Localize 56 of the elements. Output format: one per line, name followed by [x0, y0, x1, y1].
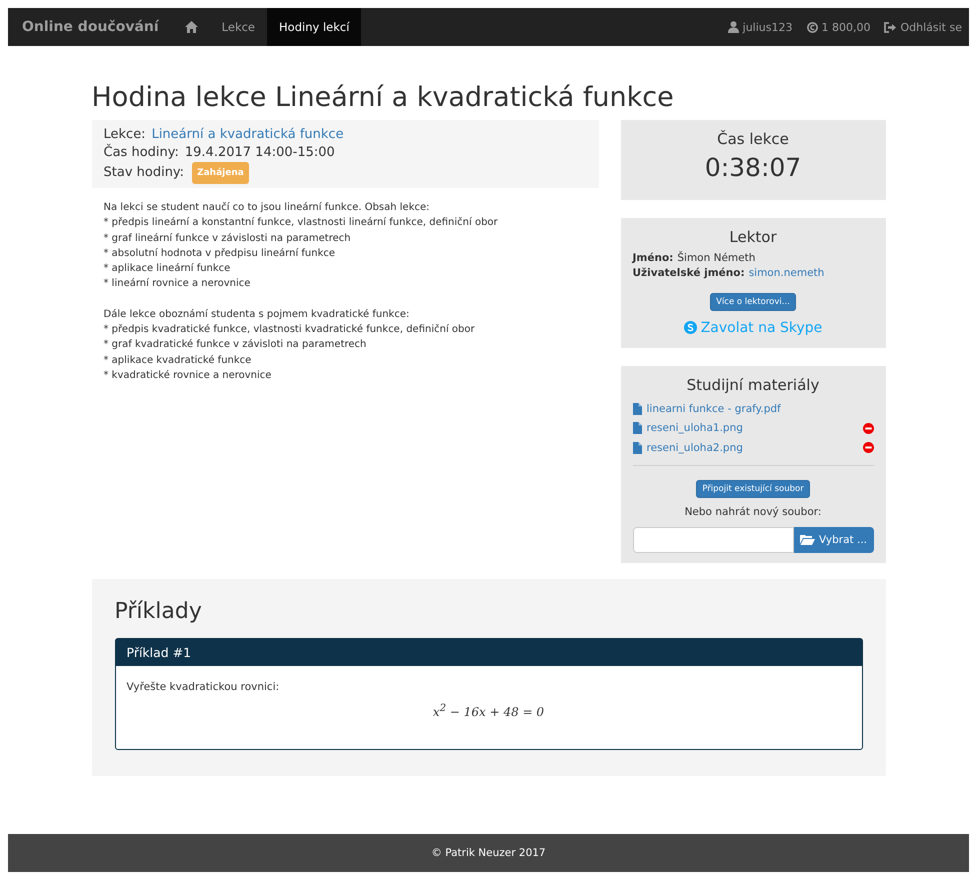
description-line: * absolutní hodnota v předpisu lineární funkce — [104, 246, 336, 261]
brand-link[interactable]: Online doučování — [8, 19, 173, 35]
user-icon — [728, 21, 739, 33]
description-line: Dále lekce oboznámí studenta s pojmem kvadratické funkce: — [104, 308, 410, 322]
username-link[interactable]: simon.nemeth — [748, 266, 824, 281]
more-button[interactable]: Více o lektorovi... — [710, 293, 796, 311]
file-input-field[interactable] — [632, 526, 794, 552]
nav-link[interactable]: Hodiny lekcí — [267, 8, 362, 46]
info-value: 19.4.2017 14:00-15:00 — [184, 144, 335, 162]
attach-button[interactable]: Připojit existující soubor — [696, 480, 810, 498]
field-label: Uživatelské jméno: — [632, 266, 745, 281]
user-link[interactable]: julius123 — [720, 8, 800, 46]
example-title: Příklad #1 — [116, 638, 862, 666]
skype-icon — [684, 321, 697, 334]
example-text: Vyřešte kvadratickou rovnici: — [126, 680, 280, 692]
file-link[interactable]: reseni_uloha2.png — [646, 442, 743, 454]
equation: x$^{2}$ − 16x + 48 = 0 — [432, 704, 544, 718]
home-icon — [184, 21, 198, 33]
file-icon — [632, 442, 642, 454]
file-link[interactable]: reseni_uloha1.png — [646, 422, 743, 434]
credit-link[interactable]: 1 800,00 — [800, 8, 878, 46]
copyright-text: © Patrik Neuzer 2017 — [431, 847, 546, 859]
description-line: * předpis kvadratické funkce, vlastnosti kvadratické funkce, definiční obor — [104, 323, 476, 338]
lesson-link[interactable]: Lineární a kvadratická funkce — [152, 126, 344, 144]
description-line: * graf kvadratické funkce v závisloti na parametrech — [104, 338, 368, 352]
remove-icon[interactable] — [862, 422, 874, 434]
page-title: Hodina lekce Lineární a kvadratická funkce — [92, 82, 675, 113]
description-line: * předpis lineární a konstantní funkce, vlastnosti lineární funkce, definiční obor — [104, 216, 499, 230]
field-label: Jméno: — [632, 251, 674, 266]
upload-label: Nebo nahrát nový soubor: — [684, 506, 822, 518]
folder-icon — [800, 534, 815, 545]
timer-value: 0:38:07 — [704, 153, 802, 182]
file-icon — [632, 422, 642, 434]
file-link[interactable]: linearni funkce - grafy.pdf — [646, 402, 781, 415]
logout-icon — [884, 22, 896, 32]
section-title: Příklady — [114, 598, 203, 624]
info-label: Čas hodiny: — [104, 144, 179, 162]
file-icon — [632, 402, 642, 415]
logout-link[interactable]: Odhlásit se — [877, 8, 969, 46]
info-label: Stav hodiny: — [104, 164, 184, 182]
panel-title: Lektor — [728, 228, 778, 246]
description-line: Na lekci se student naučí co to jsou lineární funkce. Obsah lekce: — [104, 201, 431, 215]
info-label: Lekce: — [104, 126, 146, 144]
copyright-icon — [806, 22, 818, 32]
status-badge: Zahájena — [192, 162, 249, 184]
panel-title: Studijní materiály — [686, 376, 820, 394]
description-line: * lineární rovnice a nerovnice — [104, 277, 252, 292]
description-line: * aplikace lineární funkce — [104, 262, 232, 276]
description-line: * kvadratické rovnice a nerovnice — [104, 368, 272, 383]
remove-icon[interactable] — [862, 442, 874, 454]
nav-link[interactable]: Lekce — [210, 8, 268, 46]
browse-button[interactable]: Vybrat ... — [794, 526, 874, 552]
description-line: * aplikace kvadratické funkce — [104, 354, 252, 368]
tutor-name: Šimon Németh — [677, 251, 756, 266]
panel-title: Čas lekce — [716, 130, 790, 148]
description-line: * graf lineární funkce v závislosti na parametrech — [104, 232, 352, 246]
